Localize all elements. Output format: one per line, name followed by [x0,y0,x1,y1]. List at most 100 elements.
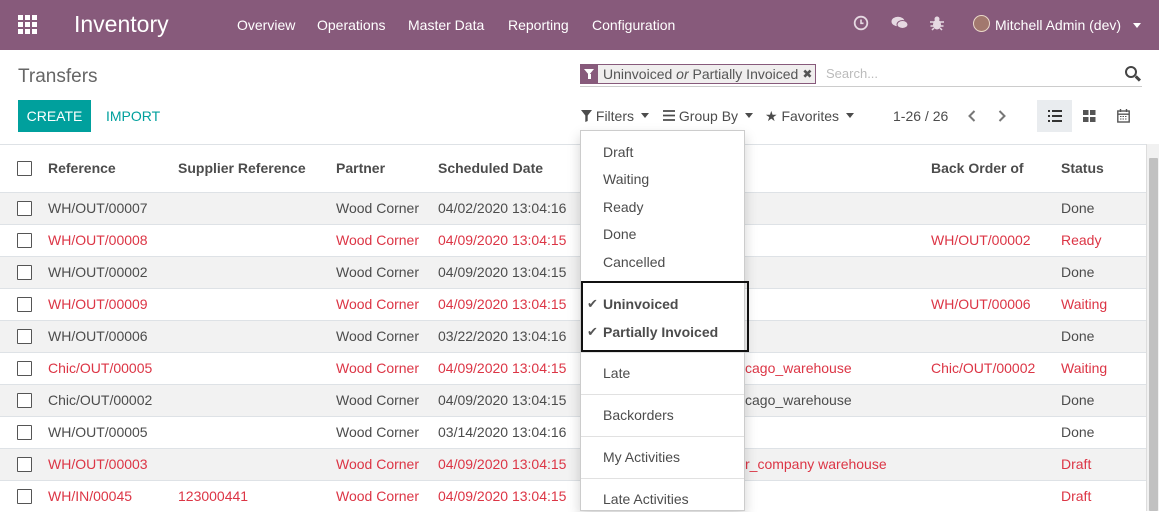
filter-late-activities[interactable]: Late Activities [603,491,689,507]
top-navbar: Inventory Overview Operations Master Dat… [0,0,1159,50]
app-title[interactable]: Inventory [74,11,169,38]
cell-scheduled-date: 03/14/2020 13:04:16 [438,424,567,440]
chevron-down-icon[interactable] [1133,23,1141,28]
cell-back-order-of: WH/OUT/00006 [931,296,1031,312]
column-header-status[interactable]: Status [1061,160,1104,176]
select-all-checkbox[interactable] [17,161,32,176]
group-by-button[interactable]: Group By [663,108,754,124]
menu-operations[interactable]: Operations [317,17,385,33]
table-row[interactable]: WH/OUT/00009 Wood Corner 04/09/2020 13:04:… [0,288,1146,320]
filter-my-activities[interactable]: My Activities [603,449,680,465]
row-checkbox[interactable] [17,393,32,408]
cell-status: Done [1061,392,1095,408]
user-avatar[interactable] [973,15,990,32]
row-checkbox[interactable] [17,297,32,312]
kanban-view-button[interactable] [1072,100,1107,132]
divider [581,394,744,395]
menu-reporting[interactable]: Reporting [508,17,569,33]
cell-source-location: r_company warehouse [745,456,887,472]
filter-late[interactable]: Late [603,365,630,381]
facet-value-uninvoiced: Uninvoiced [603,66,673,82]
menu-master-data[interactable]: Master Data [408,17,484,33]
create-button[interactable]: CREATE [18,100,91,132]
apps-grid-icon[interactable] [18,15,37,34]
chevron-right-icon[interactable] [997,110,1007,122]
list-view-button[interactable] [1037,100,1072,132]
filters-button[interactable]: Filters [581,108,650,124]
cell-reference: Chic/OUT/00002 [48,392,153,408]
cell-reference: WH/OUT/00008 [48,232,148,248]
cell-partner: Wood Corner [336,264,420,280]
table-row[interactable]: Chic/OUT/00002 Wood Corner 04/09/2020 13:0… [0,384,1146,416]
divider [581,436,744,437]
cell-scheduled-date: 04/09/2020 13:04:15 [438,264,567,280]
row-checkbox[interactable] [17,329,32,344]
cell-reference: WH/OUT/00002 [48,264,148,280]
table-row[interactable]: Chic/OUT/00005 Wood Corner 04/09/2020 13:0… [0,352,1146,384]
column-header-scheduled-date[interactable]: Scheduled Date [438,160,543,176]
cell-reference: WH/OUT/00009 [48,296,148,312]
row-checkbox[interactable] [17,201,32,216]
filter-ready[interactable]: Ready [603,199,643,215]
menu-overview[interactable]: Overview [237,17,295,33]
row-checkbox[interactable] [17,489,32,504]
kanban-view-icon [1083,110,1096,122]
row-checkbox[interactable] [17,233,32,248]
table-row[interactable]: WH/OUT/00007 Wood Corner 04/02/2020 13:04:… [0,192,1146,224]
cell-scheduled-date: 04/09/2020 13:04:15 [438,456,567,472]
clock-icon[interactable] [853,15,869,31]
filter-backorders[interactable]: Backorders [603,407,674,423]
search-bar: Uninvoiced or Partially Invoiced ✖ Searc… [580,62,1142,87]
table-row[interactable]: WH/OUT/00002 Wood Corner 04/09/2020 13:04:… [0,256,1146,288]
highlight-box [581,281,749,352]
cell-supplier-reference: 123000441 [178,488,249,504]
cell-scheduled-date: 03/22/2020 13:04:16 [438,328,567,344]
filter-draft[interactable]: Draft [603,144,633,160]
scrollbar[interactable] [1146,144,1159,511]
cell-scheduled-date: 04/09/2020 13:04:15 [438,232,567,248]
chevron-down-icon [641,113,650,118]
cell-source-location: cago_warehouse [745,360,852,376]
row-checkbox[interactable] [17,425,32,440]
search-input[interactable]: Search... [826,66,878,81]
scrollbar-thumb[interactable] [1149,158,1158,511]
search-icon[interactable] [1125,66,1137,78]
table-row[interactable]: WH/OUT/00005 Wood Corner 03/14/2020 13:04:… [0,416,1146,448]
filter-waiting[interactable]: Waiting [603,171,649,187]
user-menu[interactable]: Mitchell Admin (dev) [995,17,1121,33]
row-checkbox[interactable] [17,265,32,280]
table-row[interactable]: WH/IN/00045 123000441 Wood Corner 04/09/202… [0,480,1146,512]
column-header-partner[interactable]: Partner [336,160,385,176]
import-button[interactable]: IMPORT [106,108,160,124]
remove-facet-icon[interactable]: ✖ [802,65,815,83]
filter-cancelled[interactable]: Cancelled [603,254,665,270]
bug-icon[interactable] [929,15,945,31]
calendar-view-button[interactable] [1107,100,1142,132]
table-row[interactable]: WH/OUT/00008 Wood Corner 04/09/2020 13:04:… [0,224,1146,256]
chat-icon[interactable] [891,15,909,31]
divider [581,352,744,353]
cell-reference: WH/OUT/00006 [48,328,148,344]
row-checkbox[interactable] [17,361,32,376]
column-header-supplier-reference[interactable]: Supplier Reference [178,160,306,176]
menu-configuration[interactable]: Configuration [592,17,675,33]
filter-done[interactable]: Done [603,226,636,242]
cell-status: Done [1061,328,1095,344]
cell-scheduled-date: 04/09/2020 13:04:15 [438,488,567,504]
cell-partner: Wood Corner [336,392,420,408]
chevron-left-icon[interactable] [967,110,977,122]
column-header-reference[interactable]: Reference [48,160,116,176]
cell-back-order-of: WH/OUT/00002 [931,232,1031,248]
cell-reference: Chic/OUT/00005 [48,360,153,376]
cell-status: Draft [1061,456,1092,472]
cell-status: Waiting [1061,360,1108,376]
search-facet[interactable]: Uninvoiced or Partially Invoiced ✖ [580,64,817,84]
favorites-button[interactable]: ★ Favorites [765,108,855,125]
row-checkbox[interactable] [17,457,32,472]
column-header-back-order-of[interactable]: Back Order of [931,160,1024,176]
pager-value[interactable]: 1-26 / 26 [893,108,948,124]
table-row[interactable]: WH/OUT/00003 Wood Corner 04/09/2020 13:04:… [0,448,1146,480]
table-row[interactable]: WH/OUT/00006 Wood Corner 03/22/2020 13:04:… [0,320,1146,352]
cell-status: Waiting [1061,296,1108,312]
chevron-down-icon [745,113,754,118]
